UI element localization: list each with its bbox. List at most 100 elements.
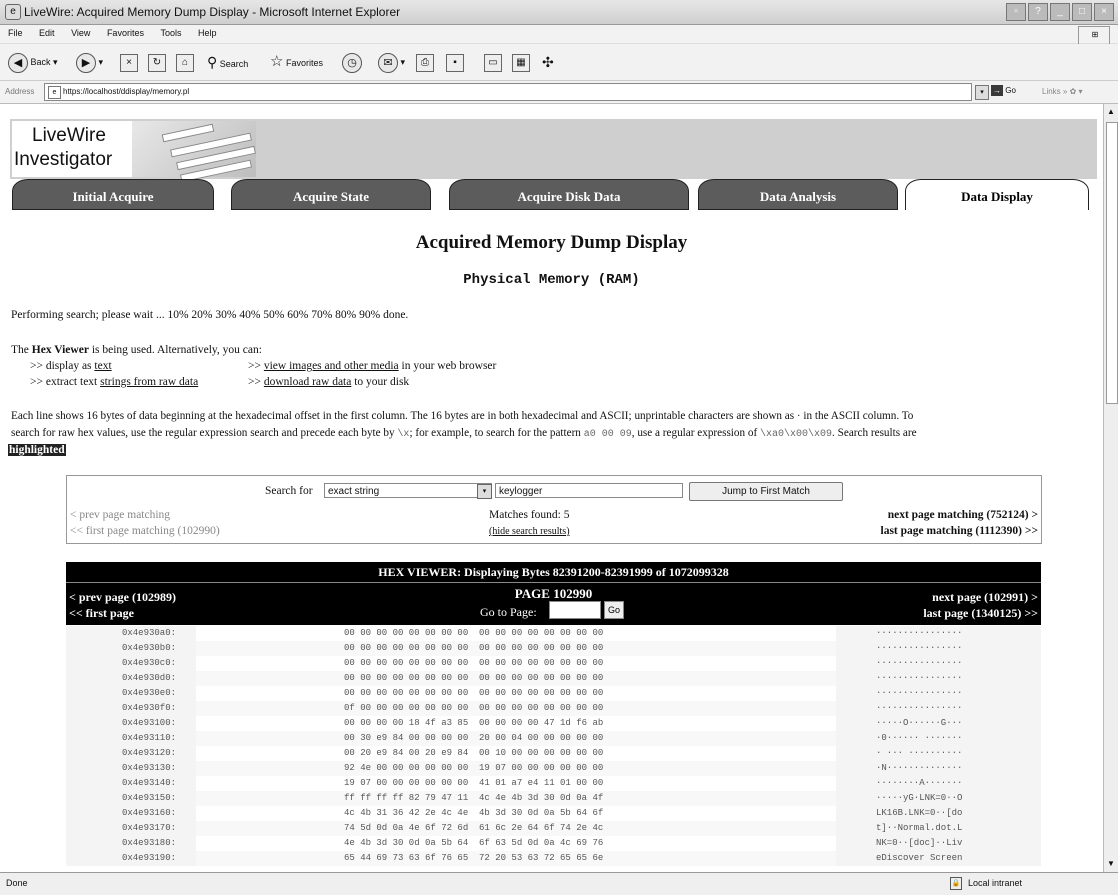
research-button[interactable]: ▦	[512, 52, 530, 72]
goto-page-label: Go to Page:	[480, 605, 537, 619]
mail-button[interactable]: ✉ ▾	[378, 52, 405, 73]
edit-button[interactable]: ▪	[446, 52, 464, 72]
first-page-link[interactable]: << first page	[69, 606, 134, 621]
last-page-matching-link[interactable]: last page matching (1112390) >>	[881, 525, 1039, 537]
strings-link[interactable]: strings from raw data	[100, 376, 198, 388]
jump-first-match-button[interactable]: Jump to First Match	[689, 482, 843, 501]
scroll-thumb[interactable]	[1106, 122, 1118, 404]
description-line2: search for raw hex values, use the regul…	[11, 427, 917, 440]
divider	[66, 582, 1041, 583]
hex-bytes: 4e 4b 3d 30 0d 0a 5b 64 6f 63 5d 0d 0a 4…	[196, 836, 836, 851]
next-page-link[interactable]: next page (102991) >	[932, 590, 1038, 605]
menu-favorites[interactable]: Favorites	[99, 25, 150, 38]
menu-edit[interactable]: Edit	[31, 25, 61, 38]
opt3-pre: >>	[248, 360, 264, 372]
desc2g: . Search results are	[832, 427, 917, 439]
hex-bytes: 00 00 00 00 00 00 00 00 00 00 00 00 00 0…	[196, 641, 836, 656]
menu-file[interactable]: File	[0, 25, 29, 38]
forward-button[interactable]: ▶ ▾	[76, 52, 103, 73]
discuss-button[interactable]: ▭	[484, 52, 502, 72]
minimize-icon[interactable]: _	[1050, 3, 1070, 21]
favorites-label: Favorites	[285, 58, 323, 68]
tab-data-analysis[interactable]: Data Analysis	[698, 179, 898, 210]
tab-initial-acquire[interactable]: Initial Acquire	[12, 179, 214, 210]
close-icon[interactable]: ×	[1094, 3, 1114, 21]
hex-bytes: 92 4e 00 00 00 00 00 00 19 07 00 00 00 0…	[196, 761, 836, 776]
hex-offset: 0x4e93110:	[66, 731, 196, 746]
back-label: Back	[30, 57, 51, 67]
home-button[interactable]: ⌂	[176, 52, 194, 72]
tab-data-display[interactable]: Data Display	[905, 179, 1089, 210]
hex-row: 0x4e93140: 19 07 00 00 00 00 00 00 41 01 …	[66, 776, 1041, 791]
hide-search-results-link[interactable]: (hide search results)	[489, 526, 570, 537]
address-label: Address	[5, 87, 35, 96]
search-query-input[interactable]: keylogger	[495, 483, 683, 498]
hex-row: 0x4e93160: 4c 4b 31 36 42 2e 4c 4e 4b 3d …	[66, 806, 1041, 821]
scroll-up-icon[interactable]: ▲	[1106, 106, 1116, 118]
vertical-scrollbar[interactable]: ▲ ▼	[1103, 104, 1118, 872]
toolbar: ◀ Back ▾ ▶ ▾ × ↻ ⌂ ⚲ Search ☆ Favorites …	[0, 44, 1118, 81]
chevron-down-icon[interactable]: ▾	[477, 484, 492, 499]
address-input[interactable]: e https://localhost/ddisplay/memory.pl	[44, 83, 972, 101]
status-done: Done	[6, 878, 28, 888]
hex-row: 0x4e930b0: 00 00 00 00 00 00 00 00 00 00 …	[66, 641, 1041, 656]
status-bar: Done 🔒 Local intranet	[0, 872, 1118, 895]
hex-row: 0x4e930a0: 00 00 00 00 00 00 00 00 00 00 …	[66, 626, 1041, 641]
address-dropdown-icon[interactable]: ▾	[975, 85, 989, 100]
menu-view[interactable]: View	[63, 25, 96, 38]
view-images-link[interactable]: view images and other media	[264, 360, 399, 372]
favorites-button[interactable]: ☆ Favorites	[270, 52, 323, 72]
go-button[interactable]: → Go	[991, 85, 1016, 96]
refresh-button[interactable]: ↻	[148, 52, 166, 72]
restore-icon[interactable]: ▫	[1006, 3, 1026, 21]
description-line3: highlighted	[8, 444, 66, 456]
form-graphic	[132, 121, 256, 183]
hex-row: 0x4e93110: 00 30 e9 84 00 00 00 00 20 00 …	[66, 731, 1041, 746]
hex-row: 0x4e930d0: 00 00 00 00 00 00 00 00 00 00 …	[66, 671, 1041, 686]
next-page-matching-link[interactable]: next page matching (752124) >	[888, 509, 1038, 521]
hex-bytes: 00 00 00 00 00 00 00 00 00 00 00 00 00 0…	[196, 671, 836, 686]
hex-ascii: ·····yG·LNK=0··O	[836, 791, 1041, 806]
search-mode-select[interactable]: exact string	[324, 483, 492, 498]
goto-page-input[interactable]	[549, 601, 601, 619]
last-page-link[interactable]: last page (1340125) >>	[923, 606, 1038, 621]
history-button[interactable]: ◷	[342, 52, 362, 73]
tab-acquire-state[interactable]: Acquire State	[231, 179, 431, 210]
hex-row: 0x4e930c0: 00 00 00 00 00 00 00 00 00 00 …	[66, 656, 1041, 671]
display-as-text-link[interactable]: text	[94, 360, 111, 372]
hex-offset: 0x4e93160:	[66, 806, 196, 821]
logo-line1: LiveWire	[32, 125, 106, 146]
intro-a: The	[11, 344, 32, 356]
research-icon: ▦	[512, 53, 530, 72]
stop-button[interactable]: ×	[120, 52, 138, 72]
goto-page-button[interactable]: Go	[604, 601, 624, 619]
scroll-down-icon[interactable]: ▼	[1106, 858, 1116, 870]
hex-bytes: 00 20 e9 84 00 20 e9 84 00 10 00 00 00 0…	[196, 746, 836, 761]
links-button[interactable]: Links » ✿ ▾	[1042, 87, 1083, 96]
desc2d: a0 00 09	[583, 429, 632, 440]
hex-offset: 0x4e930e0:	[66, 686, 196, 701]
menu-help[interactable]: Help	[190, 25, 223, 38]
help-icon[interactable]: ?	[1028, 3, 1048, 21]
menu-tools[interactable]: Tools	[152, 25, 187, 38]
desc2f: \xa0\x00\x09	[760, 429, 833, 440]
hex-ascii: ·····O······G···	[836, 716, 1041, 731]
hex-ascii: ················	[836, 701, 1041, 716]
maximize-icon[interactable]: □	[1072, 3, 1092, 21]
hex-bytes: 74 5d 0d 0a 4e 6f 72 6d 61 6c 2e 64 6f 7…	[196, 821, 836, 836]
hex-row: 0x4e93150: ff ff ff ff 82 79 47 11 4c 4e …	[66, 791, 1041, 806]
edit-icon: ▪	[446, 53, 464, 72]
back-button[interactable]: ◀ Back ▾	[8, 52, 58, 73]
messenger-button[interactable]: ✣	[542, 52, 554, 72]
search-button[interactable]: ⚲ Search	[207, 52, 248, 72]
hex-offset: 0x4e930c0:	[66, 656, 196, 671]
hex-bytes: 00 30 e9 84 00 00 00 00 20 00 04 00 00 0…	[196, 731, 836, 746]
livewire-logo: LiveWire Investigator	[12, 121, 134, 177]
download-raw-link[interactable]: download raw data	[264, 376, 352, 388]
print-button[interactable]: ⎙	[416, 52, 434, 72]
nav-tabs: Initial Acquire Acquire State Acquire Di…	[10, 179, 1097, 212]
tab-acquire-disk-data[interactable]: Acquire Disk Data	[449, 179, 689, 210]
first-page-matching-link[interactable]: << first page matching (102990)	[70, 525, 220, 537]
hex-ascii: ·0······ ·······	[836, 731, 1041, 746]
hex-bytes: 00 00 00 00 18 4f a3 85 00 00 00 00 47 1…	[196, 716, 836, 731]
